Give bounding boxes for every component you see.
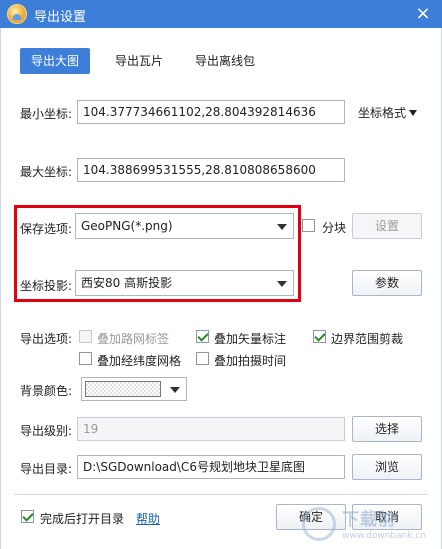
help-link[interactable]: 帮助 [136, 510, 160, 527]
min-coord-input[interactable]: 104.377734661102,28.804392814636 [77, 100, 345, 124]
vector-labels-checkbox[interactable] [196, 330, 209, 343]
road-labels-checkbox[interactable] [79, 330, 92, 343]
title-bar: 导出设置 × [0, 0, 442, 28]
open-dir-label: 完成后打开目录 [40, 512, 125, 526]
road-labels-label: 叠加路网标签 [97, 332, 170, 346]
tab-export-offline-package[interactable]: 导出离线包 [184, 48, 266, 74]
open-dir-checkbox[interactable] [21, 510, 34, 523]
background-color-label: 背景颜色: [20, 384, 73, 398]
settings-button[interactable]: 设置 [352, 213, 422, 239]
export-level-input[interactable]: 19 [77, 417, 345, 441]
max-coord-label: 最大坐标: [20, 165, 73, 179]
select-level-button[interactable]: 选择 [352, 416, 422, 442]
export-level-label: 导出级别: [20, 424, 73, 438]
browse-button[interactable]: 浏览 [352, 454, 422, 480]
background-color-picker[interactable] [81, 377, 187, 401]
graticule-checkbox[interactable] [79, 352, 92, 365]
watermark-logo-icon [302, 507, 336, 541]
transparent-swatch [85, 381, 161, 397]
capture-time-label: 叠加拍摄时间 [214, 354, 287, 368]
max-coord-input[interactable]: 104.388699531555,28.810808658600 [77, 158, 345, 182]
dropdown-arrow-icon [170, 387, 180, 393]
coord-format-menu[interactable]: 坐标格式 [358, 104, 418, 121]
export-directory-label: 导出目录: [20, 462, 73, 476]
graticule-label: 叠加经纬度网格 [97, 354, 182, 368]
watermark: 下载前 www.downbank.cn [302, 503, 440, 547]
boundary-crop-checkbox[interactable] [313, 330, 326, 343]
tab-export-large-image[interactable]: 导出大图 [20, 48, 91, 74]
coord-format-label: 坐标格式 [358, 106, 407, 120]
capture-time-checkbox[interactable] [196, 352, 209, 365]
tile-checkbox[interactable] [302, 219, 315, 232]
watermark-text: 下载前 [342, 510, 396, 530]
export-directory-input[interactable]: D:\SGDownload\C6号规划地块卫星底图 [77, 455, 345, 479]
min-coord-label: 最小坐标: [20, 107, 73, 121]
footer-divider [14, 494, 428, 495]
app-logo-icon [7, 4, 27, 24]
close-button[interactable]: × [412, 3, 434, 25]
caret-down-icon [409, 110, 418, 116]
watermark-url: www.downbank.cn [342, 531, 427, 541]
tile-label: 分块 [322, 221, 347, 235]
window-title: 导出设置 [34, 10, 87, 25]
export-options-label: 导出选项: [20, 332, 73, 346]
highlight-box [14, 205, 301, 302]
params-button[interactable]: 参数 [352, 270, 422, 296]
boundary-crop-label: 边界范围剪裁 [331, 332, 404, 346]
vector-labels-label: 叠加矢量标注 [214, 332, 287, 346]
tab-export-tiles[interactable]: 导出瓦片 [104, 48, 174, 74]
